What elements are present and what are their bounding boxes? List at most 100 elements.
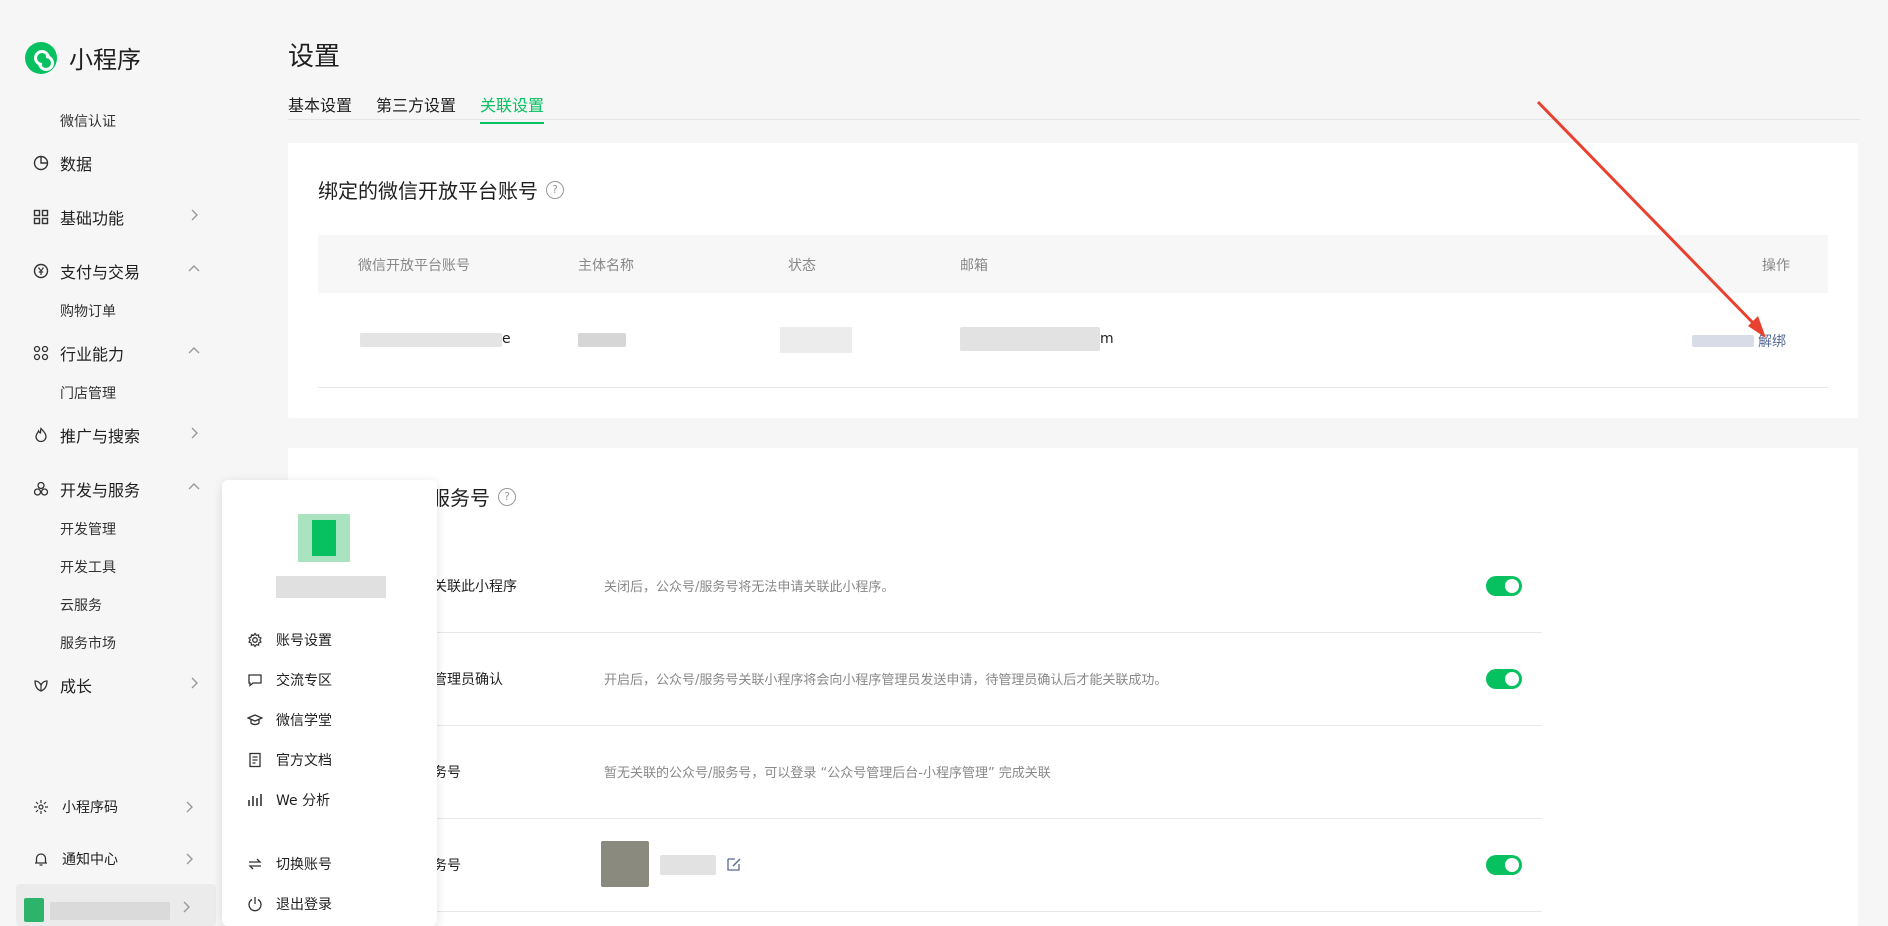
chevron-up-icon: [186, 479, 202, 495]
sidebar: 小程序 微信认证 数据 基础功能 支付与交易 购物订单 行业能力 门店管理 推广…: [0, 0, 240, 926]
sun-code-icon: [32, 798, 50, 816]
sidebar-item-label: 数据: [60, 155, 93, 174]
chevron-right-icon: [186, 207, 202, 223]
popup-account-name-redacted: [276, 576, 386, 598]
toggle-switch[interactable]: [1486, 576, 1522, 596]
switch-icon: [246, 855, 264, 873]
help-icon[interactable]: ?: [498, 487, 516, 506]
document-icon: [246, 751, 264, 769]
chevron-right-icon: [178, 899, 194, 915]
sidebar-item-dev-tools[interactable]: 开发工具: [60, 557, 116, 577]
section-title: 绑定的微信开放平台账号: [318, 179, 538, 203]
edit-icon[interactable]: [726, 856, 742, 872]
power-icon: [246, 895, 264, 913]
help-icon[interactable]: ?: [546, 180, 564, 199]
menu-item-logout[interactable]: 退出登录: [246, 894, 332, 914]
sidebar-item-payment[interactable]: 支付与交易: [32, 259, 202, 283]
settings-tabs: 基本设置 第三方设置 关联设置: [288, 92, 1860, 124]
menu-item-label: 官方文档: [276, 753, 332, 769]
menu-item-label: 切换账号: [276, 857, 332, 873]
account-name-redacted: [50, 902, 170, 920]
brand-name: 小程序: [69, 46, 141, 74]
chevron-right-icon: [186, 425, 202, 441]
setting-description: 暂无关联的公众号/服务号，可以登录 “公众号管理后台-小程序管理” 完成关联: [604, 766, 1051, 781]
sidebar-item-miniprogram-code[interactable]: 小程序码: [32, 797, 197, 817]
menu-item-label: 交流专区: [276, 673, 332, 689]
sidebar-item-label: 通知中心: [62, 852, 118, 868]
sidebar-item-basic-functions[interactable]: 基础功能: [32, 205, 202, 229]
sidebar-item-label: 行业能力: [60, 345, 125, 364]
account-popup-menu: 账号设置 交流专区 微信学堂 官方文档 We 分析 切换账号 退出登录: [222, 480, 437, 926]
chevron-up-icon: [186, 343, 202, 359]
sidebar-item-store-management[interactable]: 门店管理: [60, 383, 116, 403]
account-switcher[interactable]: [16, 884, 216, 926]
column-header: 微信开放平台账号: [358, 258, 470, 274]
open-platform-title: 绑定的微信开放平台账号 ?: [318, 175, 564, 204]
toggle-switch[interactable]: [1486, 669, 1522, 689]
service-account-name-redacted: [660, 855, 716, 875]
sidebar-item-label: 推广与搜索: [60, 427, 141, 446]
sidebar-item-data[interactable]: 数据: [32, 151, 202, 175]
column-header: 主体名称: [578, 258, 634, 274]
avatar: [24, 898, 44, 922]
chat-icon: [246, 671, 264, 689]
sidebar-item-dev-services[interactable]: 开发与服务: [32, 477, 202, 501]
service-account-avatar: [601, 841, 649, 887]
chevron-right-icon: [181, 799, 197, 815]
menu-item-label: 微信学堂: [276, 713, 332, 729]
column-header: 邮箱: [960, 258, 988, 274]
email-redacted: [960, 327, 1100, 351]
sidebar-item-wechat-verify[interactable]: 微信认证: [60, 111, 116, 131]
yen-circle-icon: [32, 262, 50, 280]
sidebar-item-label: 支付与交易: [60, 263, 141, 282]
sidebar-item-cloud-services[interactable]: 云服务: [60, 595, 102, 615]
gear-icon: [246, 631, 264, 649]
tab-third-party-settings[interactable]: 第三方设置: [376, 92, 456, 122]
popup-avatar: [298, 514, 350, 562]
status-redacted: [780, 327, 852, 353]
account-redacted: [360, 333, 502, 347]
sidebar-item-label: 成长: [60, 677, 93, 696]
sidebar-item-label: 开发与服务: [60, 481, 141, 500]
service-account-title: 服务号 ?: [430, 482, 516, 511]
setting-label: 务号: [433, 858, 461, 874]
chevron-right-icon: [186, 675, 202, 691]
tab-association-settings[interactable]: 关联设置: [480, 92, 545, 124]
analysis-icon: [246, 791, 264, 809]
table-row: e m 解绑: [318, 293, 1828, 388]
sidebar-item-dev-management[interactable]: 开发管理: [60, 519, 116, 539]
sidebar-item-label: 基础功能: [60, 209, 125, 228]
graduation-cap-icon: [246, 711, 264, 729]
menu-item-switch-account[interactable]: 切换账号: [246, 854, 332, 874]
sidebar-item-orders[interactable]: 购物订单: [60, 301, 116, 321]
sidebar-item-promotion[interactable]: 推广与搜索: [32, 423, 202, 447]
setting-row-service-account: 务号: [316, 819, 1542, 912]
sidebar-item-growth[interactable]: 成长: [32, 673, 202, 697]
industry-icon: [32, 344, 50, 362]
brand[interactable]: 小程序: [25, 40, 141, 75]
sidebar-item-industry[interactable]: 行业能力: [32, 341, 202, 365]
bell-icon: [32, 850, 50, 868]
sidebar-item-notifications[interactable]: 通知中心: [32, 849, 197, 869]
menu-item-official-docs[interactable]: 官方文档: [246, 750, 332, 770]
tab-basic-settings[interactable]: 基本设置: [288, 92, 352, 122]
toggle-switch[interactable]: [1486, 855, 1522, 875]
menu-item-we-analysis[interactable]: We 分析: [246, 790, 330, 810]
menu-item-wechat-academy[interactable]: 微信学堂: [246, 710, 332, 730]
email-suffix: m: [1100, 331, 1114, 347]
chevron-right-icon: [181, 851, 197, 867]
growth-icon: [32, 676, 50, 694]
cluster-icon: [32, 480, 50, 498]
setting-description: 开启后，公众号/服务号关联小程序将会向小程序管理员发送申请，待管理员确认后才能关…: [604, 673, 1168, 688]
table-header: 微信开放平台账号 主体名称 状态 邮箱 操作: [318, 235, 1828, 293]
setting-label: 务号: [433, 765, 461, 781]
page-title: 设置: [288, 42, 341, 72]
menu-item-account-settings[interactable]: 账号设置: [246, 630, 332, 650]
menu-item-label: We 分析: [276, 793, 331, 809]
unbind-link[interactable]: 解绑: [1758, 331, 1786, 351]
menu-item-community[interactable]: 交流专区: [246, 670, 332, 690]
flame-icon: [32, 426, 50, 444]
chevron-up-icon: [186, 261, 202, 277]
setting-row-admin-confirm: 管理员确认 开启后，公众号/服务号关联小程序将会向小程序管理员发送申请，待管理员…: [316, 633, 1542, 726]
sidebar-item-service-market[interactable]: 服务市场: [60, 633, 116, 653]
